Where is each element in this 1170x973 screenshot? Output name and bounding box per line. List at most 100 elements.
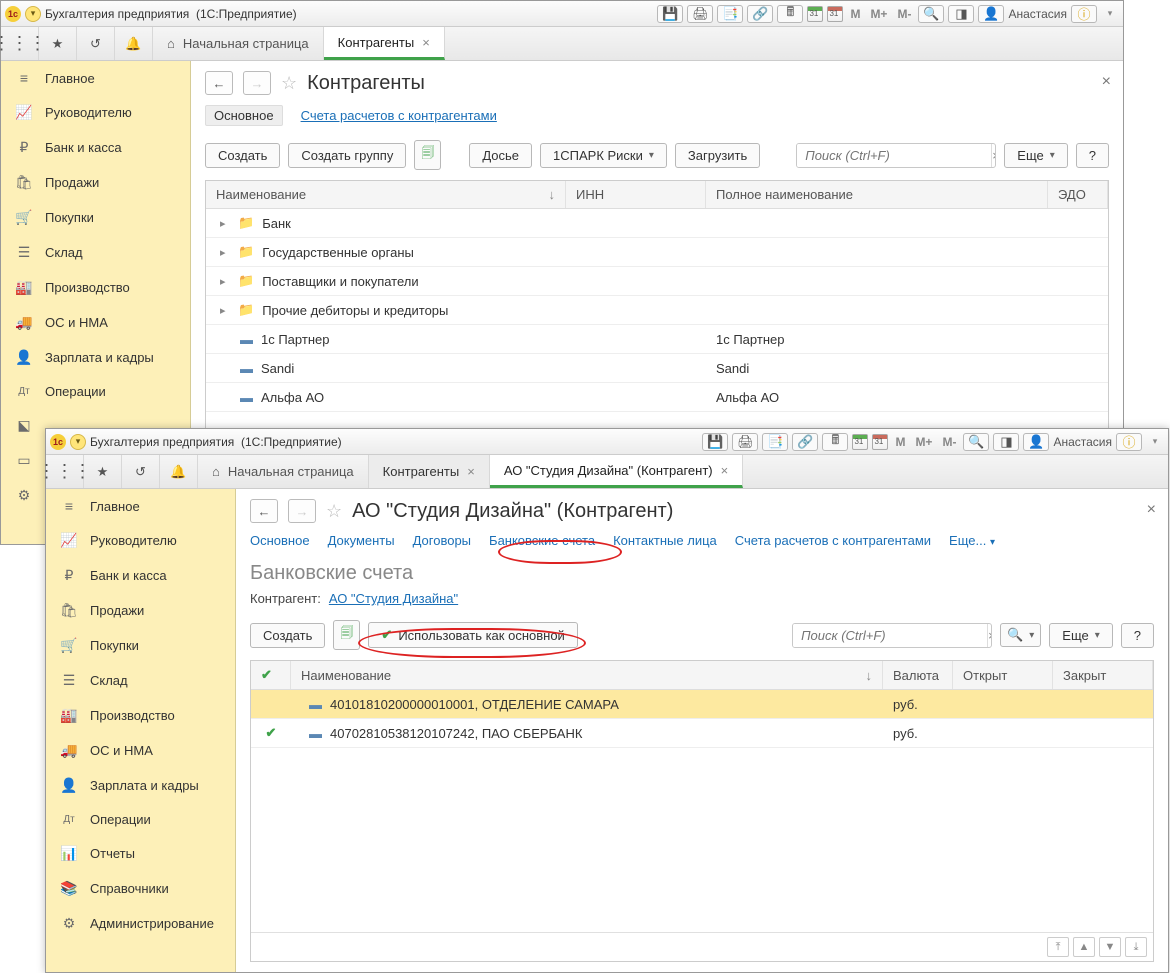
nav-back-button[interactable]: ←: [250, 499, 278, 523]
table-row[interactable]: ▬1с Партнер1с Партнер: [206, 325, 1108, 354]
col-currency[interactable]: Валюта: [883, 661, 953, 689]
nav-forward-button[interactable]: →: [243, 71, 271, 95]
help-button[interactable]: ?: [1076, 143, 1109, 168]
subtab-bank[interactable]: Банковские счета: [489, 533, 595, 548]
link-icon[interactable]: 🔗: [792, 433, 818, 451]
nav-down-icon[interactable]: ▼: [1099, 937, 1121, 957]
sidebar-item-production[interactable]: 🏭Производство: [1, 270, 190, 305]
mem-mminus[interactable]: M-: [939, 435, 959, 449]
table-row[interactable]: ▬40101810200000010001, ОТДЕЛЕНИЕ САМАРА …: [251, 690, 1153, 719]
history-icon[interactable]: ↺: [77, 27, 115, 60]
sidebar-item-assets[interactable]: 🚚ОС и НМА: [1, 305, 190, 340]
col-close[interactable]: Закрыт: [1053, 661, 1153, 689]
print-icon[interactable]: 🖨: [687, 5, 713, 23]
mem-m[interactable]: M: [847, 7, 863, 21]
calc-icon[interactable]: 🖩: [822, 433, 848, 451]
col-full[interactable]: Полное наименование: [706, 181, 1048, 208]
star-icon[interactable]: ☆: [326, 501, 342, 522]
search-field[interactable]: [793, 624, 987, 647]
table-row[interactable]: ▸📁Государственные органы: [206, 238, 1108, 267]
sidebar-item-main[interactable]: ≡Главное: [1, 61, 190, 95]
sidebar-item-refs[interactable]: 📚Справочники: [46, 871, 235, 906]
copy-button[interactable]: 🗐: [333, 620, 360, 650]
clear-search-icon[interactable]: ×: [991, 144, 996, 167]
mem-mminus[interactable]: M-: [894, 7, 914, 21]
help-button[interactable]: ?: [1121, 623, 1154, 648]
home-tab[interactable]: ⌂Начальная страница: [198, 455, 369, 488]
sort-asc-icon[interactable]: ↓: [866, 668, 873, 683]
dropdown-icon[interactable]: ▾: [25, 6, 41, 22]
search-input[interactable]: ×: [792, 623, 992, 648]
zoom-icon[interactable]: 🔍: [963, 433, 989, 451]
table-row[interactable]: ▸📁Прочие дебиторы и кредиторы: [206, 296, 1108, 325]
history-icon[interactable]: ↺: [122, 455, 160, 488]
sidebar-item-admin[interactable]: ⚙Администрирование: [46, 906, 235, 941]
spark-button[interactable]: 1СПАРК Риски▾: [540, 143, 667, 168]
user-name[interactable]: Анастасия: [1053, 435, 1112, 449]
copy-button[interactable]: 🗐: [414, 140, 441, 170]
mem-mplus[interactable]: M+: [912, 435, 935, 449]
star-icon[interactable]: ☆: [281, 73, 297, 94]
table-row[interactable]: ✔ ▬40702810538120107242, ПАО СБЕРБАНК ру…: [251, 719, 1153, 748]
subtab-main[interactable]: Основное: [250, 533, 310, 548]
sidebar-item-sales[interactable]: 🛍Продажи: [46, 593, 235, 628]
favorite-icon[interactable]: ★: [84, 455, 122, 488]
calendar-red-icon[interactable]: [827, 6, 843, 22]
table-row[interactable]: ▸📁Банк: [206, 209, 1108, 238]
close-tab-icon[interactable]: ×: [721, 463, 729, 478]
panel-icon[interactable]: ◨: [948, 5, 974, 23]
sidebar-item-assets[interactable]: 🚚ОС и НМА: [46, 733, 235, 768]
close-page-icon[interactable]: ×: [1102, 73, 1111, 91]
sidebar-item-warehouse[interactable]: ☰Склад: [1, 235, 190, 270]
subtab-accounts[interactable]: Счета расчетов с контрагентами: [301, 108, 497, 123]
apps-icon[interactable]: ⋮⋮⋮: [46, 455, 84, 488]
nav-first-icon[interactable]: ⤒: [1047, 937, 1069, 957]
tab-contragents[interactable]: Контрагенты×: [324, 27, 445, 60]
main-col-icon[interactable]: ✔: [261, 667, 272, 683]
info-icon[interactable]: ⓘ: [1116, 433, 1142, 451]
close-page-icon[interactable]: ×: [1147, 501, 1156, 519]
nav-last-icon[interactable]: ⤓: [1125, 937, 1147, 957]
tab-contragents[interactable]: Контрагенты×: [369, 455, 490, 488]
subtab-contracts[interactable]: Договоры: [413, 533, 471, 548]
mem-mplus[interactable]: M+: [867, 7, 890, 21]
search-input[interactable]: ×: [796, 143, 996, 168]
table-row[interactable]: ▬Альфа АОАльфа АО: [206, 383, 1108, 412]
create-group-button[interactable]: Создать группу: [288, 143, 406, 168]
subtab-main[interactable]: Основное: [205, 105, 283, 126]
col-inn[interactable]: ИНН: [566, 181, 706, 208]
nav-up-icon[interactable]: ▲: [1073, 937, 1095, 957]
bell-icon[interactable]: 🔔: [115, 27, 153, 60]
create-button[interactable]: Создать: [250, 623, 325, 648]
calendar-green-icon[interactable]: [807, 6, 823, 22]
sidebar-item-hr[interactable]: 👤Зарплата и кадры: [46, 768, 235, 803]
nav-back-button[interactable]: ←: [205, 71, 233, 95]
info-icon[interactable]: ⓘ: [1071, 5, 1097, 23]
compare-icon[interactable]: 📑: [717, 5, 743, 23]
subtab-contacts[interactable]: Контактные лица: [613, 533, 717, 548]
sidebar-item-sales[interactable]: 🛍Продажи: [1, 165, 190, 200]
table-row[interactable]: ▸📁Поставщики и покупатели: [206, 267, 1108, 296]
sidebar-item-purchases[interactable]: 🛒Покупки: [46, 628, 235, 663]
sidebar-item-bank[interactable]: ₽Банк и касса: [46, 558, 235, 593]
calendar-green-icon[interactable]: [852, 434, 868, 450]
sidebar-item-hr[interactable]: 👤Зарплата и кадры: [1, 340, 190, 375]
search-button[interactable]: 🔍 ▾: [1000, 623, 1041, 647]
sidebar-item-operations[interactable]: ДтОперации: [1, 375, 190, 408]
sidebar-item-reports[interactable]: 📊Отчеты: [46, 836, 235, 871]
print-icon[interactable]: 🖨: [732, 433, 758, 451]
expand-icon[interactable]: ▸: [220, 304, 230, 317]
favorite-icon[interactable]: ★: [39, 27, 77, 60]
user-icon[interactable]: 👤: [978, 5, 1004, 23]
sidebar-item-bank[interactable]: ₽Банк и касса: [1, 130, 190, 165]
panel-icon[interactable]: ◨: [993, 433, 1019, 451]
sidebar-item-main[interactable]: ≡Главное: [46, 489, 235, 523]
bell-icon[interactable]: 🔔: [160, 455, 198, 488]
calc-icon[interactable]: 🖩: [777, 5, 803, 23]
home-tab[interactable]: ⌂Начальная страница: [153, 27, 324, 60]
save-icon[interactable]: 💾: [657, 5, 683, 23]
more-button[interactable]: Еще▾: [1049, 623, 1112, 648]
dossier-button[interactable]: Досье: [469, 143, 532, 168]
nav-forward-button[interactable]: →: [288, 499, 316, 523]
col-open[interactable]: Открыт: [953, 661, 1053, 689]
